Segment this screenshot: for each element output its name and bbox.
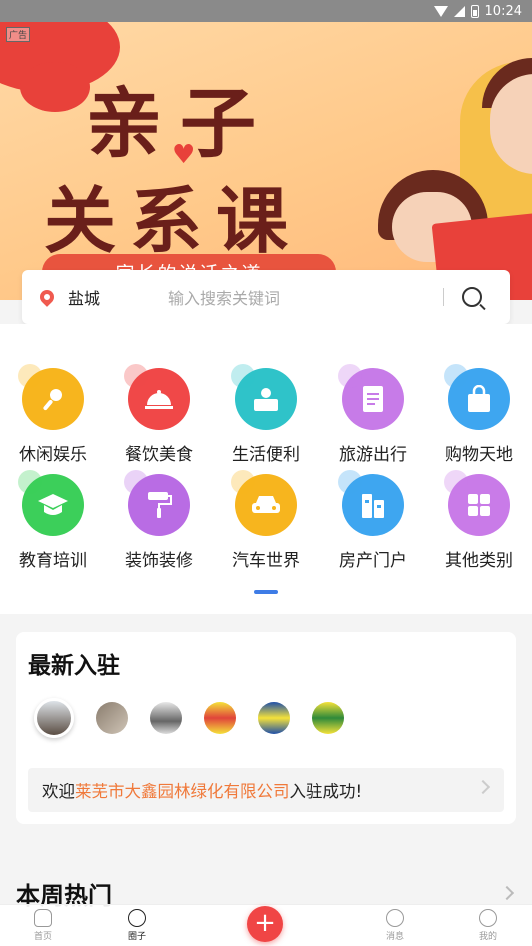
nav-mine[interactable]: 我的 <box>458 909 518 942</box>
building-icon <box>338 470 404 536</box>
nav-messages-label: 消息 <box>385 932 404 942</box>
location-pin-icon <box>37 287 57 307</box>
document-icon <box>338 364 404 430</box>
microphone-icon <box>18 364 84 430</box>
status-bar: 10:24 <box>0 0 532 22</box>
avatar[interactable] <box>258 702 290 734</box>
person-card-icon <box>231 364 297 430</box>
grid-icon <box>444 470 510 536</box>
category-label: 旅游出行 <box>339 445 407 465</box>
banner-title-line2: 关系课 <box>44 178 303 263</box>
message-icon <box>386 909 404 927</box>
nav-mine-label: 我的 <box>478 932 497 942</box>
banner-decoration <box>20 62 90 112</box>
compass-icon <box>128 909 146 927</box>
add-post-button[interactable]: + <box>247 906 283 942</box>
category-label: 装饰装修 <box>125 551 193 571</box>
category-label: 购物天地 <box>445 445 513 465</box>
category-item-life[interactable]: 生活便利 <box>213 364 319 465</box>
signal-icon <box>453 5 465 17</box>
city-selector[interactable]: 盐城 <box>68 285 168 309</box>
category-item-food[interactable]: 餐饮美食 <box>106 364 212 465</box>
shopping-bag-icon <box>444 364 510 430</box>
car-icon <box>231 470 297 536</box>
category-label: 房产门户 <box>339 551 407 571</box>
ad-label: 广告 <box>6 27 31 42</box>
welcome-suffix: 入驻成功! <box>289 782 363 801</box>
avatar[interactable] <box>312 702 344 734</box>
category-item-auto[interactable]: 汽车世界 <box>213 470 319 571</box>
category-label: 其他类别 <box>445 551 513 571</box>
category-grid: 休闲娱乐 餐饮美食 生活便利 旅游出行 购物天地 教育培训 装饰装修 汽车世界 … <box>0 324 532 614</box>
category-item-leisure[interactable]: 休闲娱乐 <box>0 364 106 465</box>
chevron-right-icon[interactable] <box>499 885 515 901</box>
search-bar[interactable]: 盐城 输入搜索关键词 <box>22 270 510 324</box>
battery-icon <box>470 4 479 18</box>
newest-card: 最新入驻 欢迎 莱芜市大鑫园林绿化有限公司 入驻成功! <box>16 632 516 824</box>
category-item-decoration[interactable]: 装饰装修 <box>106 470 212 571</box>
avatar[interactable] <box>96 702 128 734</box>
search-divider <box>443 288 444 306</box>
search-input[interactable]: 输入搜索关键词 <box>168 285 443 309</box>
food-cloche-icon <box>124 364 190 430</box>
nav-messages[interactable]: 消息 <box>365 909 425 942</box>
avatar[interactable] <box>34 698 74 738</box>
avatar[interactable] <box>150 702 182 734</box>
avatar[interactable] <box>204 702 236 734</box>
category-label: 休闲娱乐 <box>19 445 87 465</box>
chevron-right-icon <box>475 779 491 795</box>
nav-circle-label: 圈子 <box>127 932 146 942</box>
home-icon <box>34 909 52 927</box>
category-item-other[interactable]: 其他类别 <box>426 470 532 571</box>
category-item-education[interactable]: 教育培训 <box>0 470 106 571</box>
paint-roller-icon <box>124 470 190 536</box>
category-item-travel[interactable]: 旅游出行 <box>320 364 426 465</box>
welcome-banner[interactable]: 欢迎 莱芜市大鑫园林绿化有限公司 入驻成功! <box>28 768 504 812</box>
page-indicator <box>254 590 278 594</box>
graduation-cap-icon <box>18 470 84 536</box>
nav-circle[interactable]: 圈子 <box>107 909 167 942</box>
nav-home[interactable]: 首页 <box>13 909 73 942</box>
user-icon <box>479 909 497 927</box>
newest-title: 最新入驻 <box>28 653 120 679</box>
category-item-shopping[interactable]: 购物天地 <box>426 364 532 465</box>
welcome-company[interactable]: 莱芜市大鑫园林绿化有限公司 <box>75 778 290 802</box>
category-item-realestate[interactable]: 房产门户 <box>320 470 426 571</box>
nav-home-label: 首页 <box>33 932 52 942</box>
category-label: 餐饮美食 <box>125 445 193 465</box>
search-icon[interactable] <box>462 287 482 307</box>
status-time: 10:24 <box>484 3 522 19</box>
category-label: 汽车世界 <box>232 551 300 571</box>
wifi-icon <box>433 5 448 17</box>
banner-ad[interactable]: 广告 亲子 ♥ 关系课 家长的说话之道 <box>0 22 532 300</box>
category-label: 生活便利 <box>232 445 300 465</box>
newest-avatars <box>34 698 344 738</box>
welcome-prefix: 欢迎 <box>42 782 75 801</box>
category-label: 教育培训 <box>19 551 87 571</box>
